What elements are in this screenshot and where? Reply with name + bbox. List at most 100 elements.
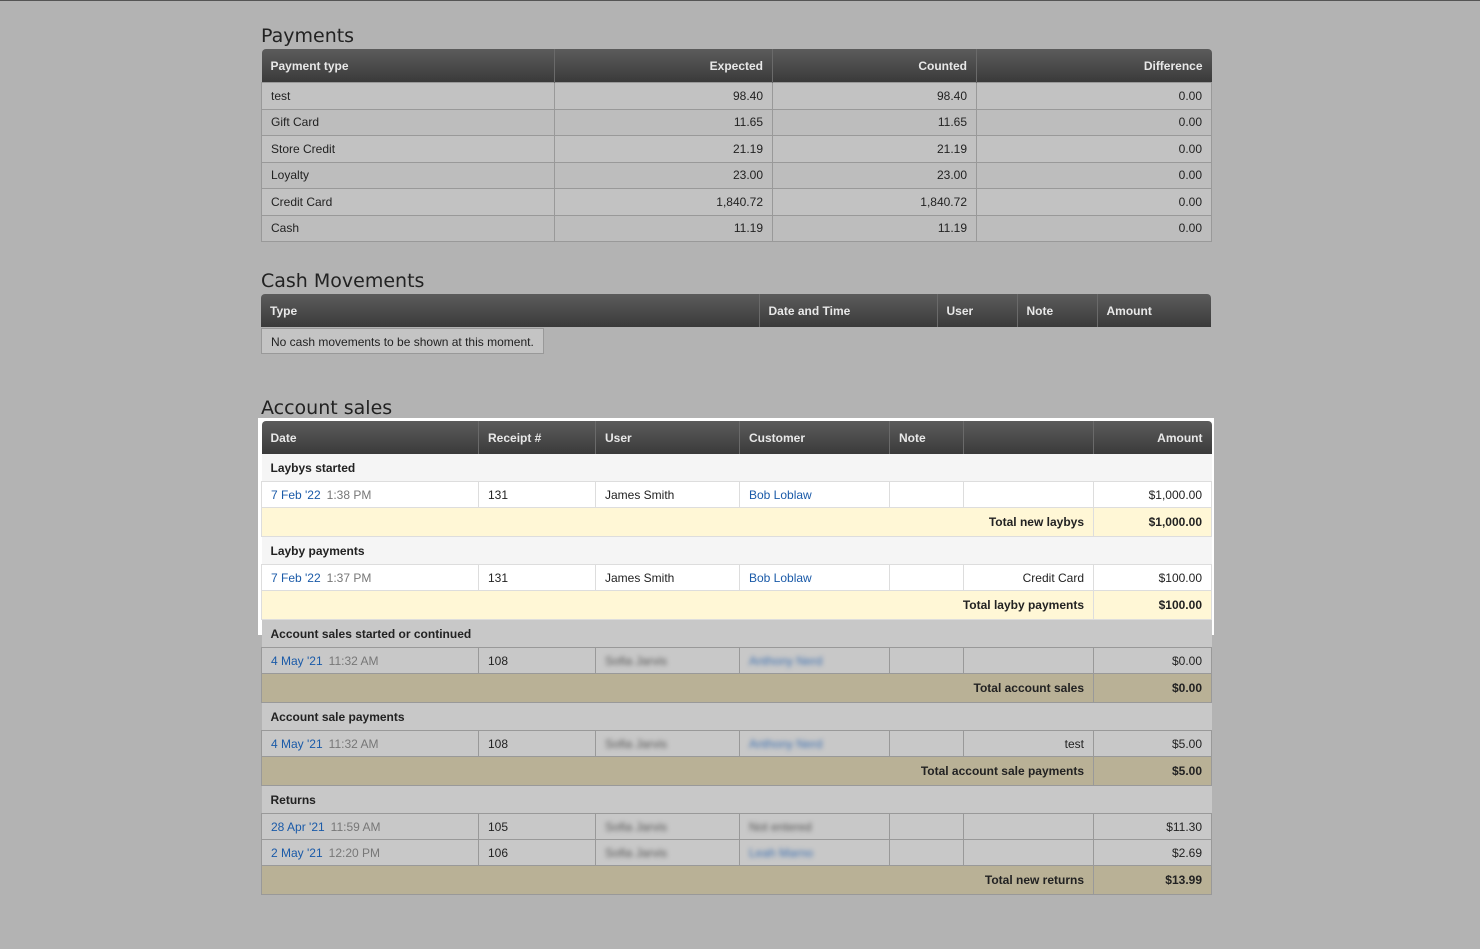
col-user: User (936, 294, 1017, 327)
payment-type: Cash (261, 214, 555, 242)
expected: 98.40 (554, 82, 773, 110)
payment-type: Credit Card (963, 564, 1094, 591)
date-link[interactable]: 4 May '21 (271, 654, 323, 668)
difference: 0.00 (976, 214, 1212, 242)
total-label: Total new laybys (261, 507, 1094, 537)
note (889, 839, 964, 866)
table-row: 4 May '21 11:32 AM 108 Sofia Jarvis Antho… (261, 730, 1212, 757)
group-label: Account sales started or continued (261, 619, 1212, 648)
col-amount: Amount (1096, 294, 1211, 327)
receipt: 105 (478, 813, 596, 840)
total-label: Total account sales (261, 673, 1094, 703)
date-link[interactable]: 2 May '21 (271, 846, 323, 860)
table-row: Gift Card 11.65 11.65 0.00 (261, 108, 1212, 136)
table-row: Credit Card 1,840.72 1,840.72 0.00 (261, 188, 1212, 216)
user: Sofia Jarvis (605, 653, 668, 668)
difference: 0.00 (976, 135, 1212, 163)
total-label: Total account sale payments (261, 756, 1094, 786)
col-type: Type (261, 294, 759, 327)
group-label: Layby payments (261, 536, 1212, 565)
payment-type: Credit Card (261, 188, 555, 216)
customer: Not entered (749, 819, 812, 834)
payment-type: test (963, 730, 1094, 757)
col-counted: Counted (772, 49, 977, 83)
note (889, 730, 964, 757)
customer-link[interactable]: Anthony Nerd (749, 737, 822, 751)
total-amount: $0.00 (1093, 673, 1212, 703)
col-customer: Customer (739, 421, 890, 454)
date-link[interactable]: 7 Feb '22 (271, 488, 321, 502)
user: Sofia Jarvis (605, 845, 668, 860)
col-receipt: Receipt # (478, 421, 596, 454)
table-row: 28 Apr '21 11:59 AM 105 Sofia Jarvis Not … (261, 813, 1212, 840)
col-note: Note (1016, 294, 1097, 327)
counted: 1,840.72 (772, 188, 977, 216)
date-link[interactable]: 4 May '21 (271, 737, 323, 751)
total-amount: $5.00 (1093, 756, 1212, 786)
time: 1:38 PM (326, 487, 372, 502)
table-row: 7 Feb '22 1:37 PM 131 James Smith Bob Lob… (261, 564, 1212, 591)
col-date: Date (261, 421, 479, 454)
payment-type: Gift Card (261, 108, 555, 136)
counted: 21.19 (772, 135, 977, 163)
laybys-started-group: Laybys started 7 Feb '22 1:38 PM 131 Jame… (261, 454, 1212, 537)
col-note: Note (889, 421, 964, 454)
counted: 11.65 (772, 108, 977, 136)
col-payment-type: Payment type (261, 49, 555, 83)
payments-table: Payment type Expected Counted Difference… (261, 49, 1212, 242)
account-payments-group: Account sale payments 4 May '21 11:32 AM … (261, 702, 1212, 786)
total-label: Total new returns (261, 865, 1094, 895)
counted: 11.19 (772, 214, 977, 242)
difference: 0.00 (976, 108, 1212, 136)
total-amount: $13.99 (1093, 865, 1212, 895)
user: James Smith (595, 481, 740, 508)
payments-title: Payments (261, 25, 355, 47)
table-row: Store Credit 21.19 21.19 0.00 (261, 135, 1212, 163)
layby-payments-group: Layby payments 7 Feb '22 1:37 PM 131 Jame… (261, 536, 1212, 620)
col-expected: Expected (554, 49, 773, 83)
user: James Smith (595, 564, 740, 591)
date-link[interactable]: 28 Apr '21 (271, 820, 325, 834)
receipt: 108 (478, 730, 596, 757)
counted: 23.00 (772, 161, 977, 189)
time: 12:20 PM (328, 845, 381, 860)
customer-link[interactable]: Anthony Nerd (749, 654, 822, 668)
table-row: Loyalty 23.00 23.00 0.00 (261, 161, 1212, 189)
group-label: Returns (261, 785, 1212, 814)
customer-link[interactable]: Bob Loblaw (749, 571, 812, 585)
total-amount: $100.00 (1093, 590, 1212, 620)
col-user: User (595, 421, 740, 454)
cash-movements-empty: No cash movements to be shown at this mo… (261, 328, 544, 354)
expected: 11.19 (554, 214, 773, 242)
date-link[interactable]: 7 Feb '22 (271, 571, 321, 585)
amount: $2.69 (1093, 839, 1212, 866)
amount: $11.30 (1093, 813, 1212, 840)
payment-type: Loyalty (261, 161, 555, 189)
account-sales-table: Date Receipt # User Customer Note Amount… (261, 421, 1212, 895)
table-row: test 98.40 98.40 0.00 (261, 82, 1212, 110)
customer-link[interactable]: Leah Marno (749, 846, 813, 860)
receipt: 106 (478, 839, 596, 866)
table-row: 2 May '21 12:20 PM 106 Sofia Jarvis Leah … (261, 839, 1212, 866)
expected: 21.19 (554, 135, 773, 163)
difference: 0.00 (976, 188, 1212, 216)
receipt: 108 (478, 647, 596, 674)
time: 11:59 AM (330, 819, 381, 834)
note (889, 481, 964, 508)
amount: $100.00 (1093, 564, 1212, 591)
payment-type (963, 839, 1094, 866)
customer-link[interactable]: Bob Loblaw (749, 488, 812, 502)
cash-movements-title: Cash Movements (261, 270, 425, 292)
expected: 23.00 (554, 161, 773, 189)
expected: 1,840.72 (554, 188, 773, 216)
difference: 0.00 (976, 161, 1212, 189)
amount: $0.00 (1093, 647, 1212, 674)
receipt: 131 (478, 481, 596, 508)
time: 1:37 PM (326, 570, 372, 585)
payment-type (963, 813, 1094, 840)
account-sales-title: Account sales (261, 397, 393, 419)
cash-movements-table: Type Date and Time User Note Amount (261, 294, 1211, 327)
group-label: Laybys started (261, 454, 1212, 482)
table-row: Cash 11.19 11.19 0.00 (261, 214, 1212, 242)
counted: 98.40 (772, 82, 977, 110)
